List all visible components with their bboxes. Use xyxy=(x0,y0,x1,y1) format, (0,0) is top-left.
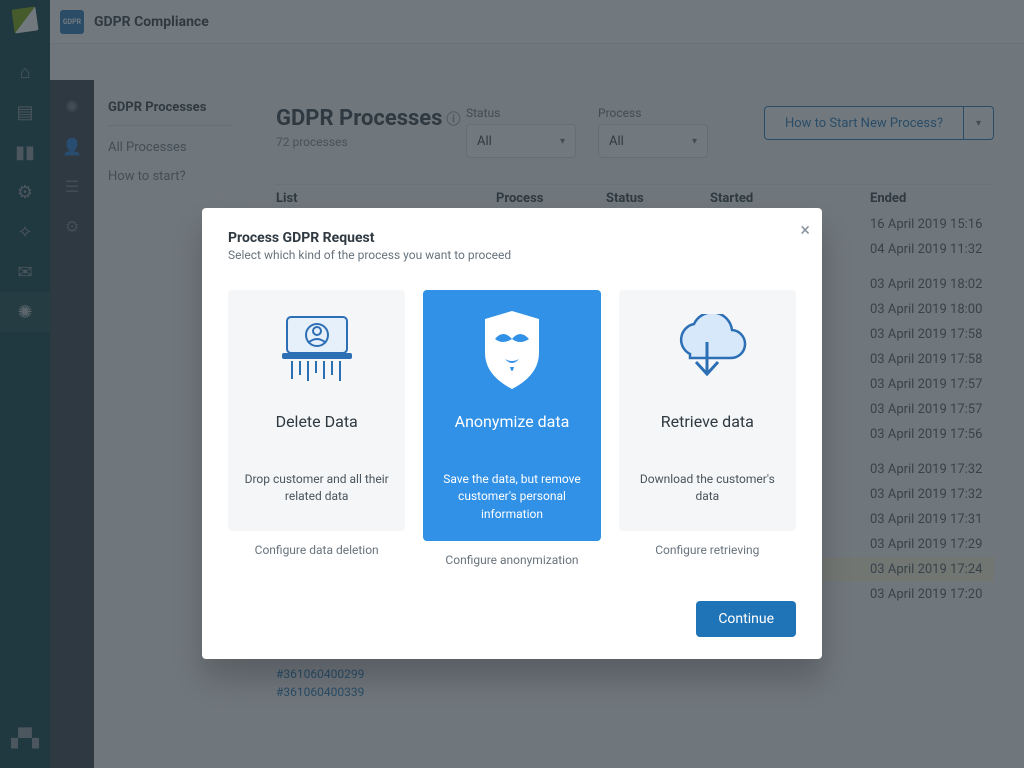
card-delete[interactable]: Delete Data Drop customer and all their … xyxy=(228,290,405,531)
gdpr-request-modal: × Process GDPR Request Select which kind… xyxy=(202,208,822,659)
card-anonymize[interactable]: Anonymize data Save the data, but remove… xyxy=(423,290,600,541)
shred-icon xyxy=(278,310,356,390)
modal-title: Process GDPR Request xyxy=(228,230,796,246)
card-delete-desc: Drop customer and all their related data xyxy=(242,471,391,513)
continue-button[interactable]: Continue xyxy=(696,601,796,637)
cloud-download-icon xyxy=(666,310,748,390)
card-retrieve-config[interactable]: Configure retrieving xyxy=(619,543,796,557)
modal-overlay: × Process GDPR Request Select which kind… xyxy=(0,0,1024,768)
modal-subtitle: Select which kind of the process you wan… xyxy=(228,248,796,262)
card-anonymize-title: Anonymize data xyxy=(455,412,570,431)
close-icon[interactable]: × xyxy=(800,220,810,241)
card-retrieve-title: Retrieve data xyxy=(661,412,754,431)
card-delete-config[interactable]: Configure data deletion xyxy=(228,543,405,557)
mask-icon xyxy=(477,310,547,390)
card-retrieve-desc: Download the customer's data xyxy=(633,471,782,513)
card-delete-title: Delete Data xyxy=(276,412,358,431)
card-anonymize-desc: Save the data, but remove customer's per… xyxy=(437,471,586,523)
card-retrieve[interactable]: Retrieve data Download the customer's da… xyxy=(619,290,796,531)
card-anonymize-config[interactable]: Configure anonymization xyxy=(423,553,600,567)
